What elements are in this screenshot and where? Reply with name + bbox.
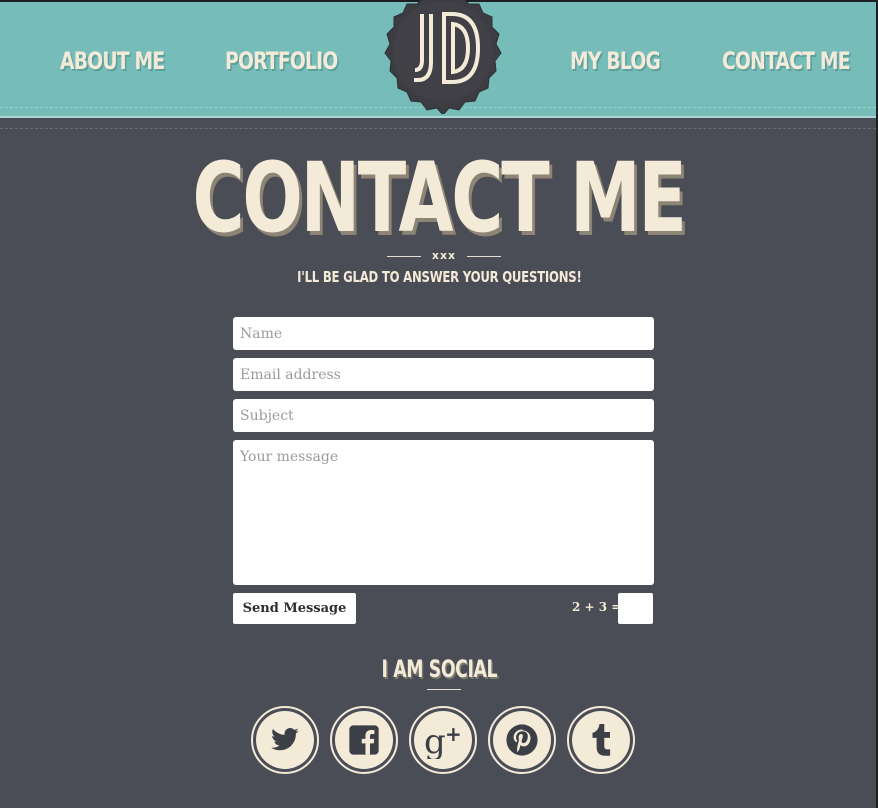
logo-badge[interactable]: JD [378, 0, 508, 116]
page-title: CONTACT ME [0, 148, 878, 248]
facebook-button[interactable] [330, 706, 398, 774]
logo-seal [384, 0, 502, 116]
social-heading-underline [427, 689, 461, 690]
nav-portfolio[interactable]: PORTFOLIO [225, 42, 338, 80]
send-message-button[interactable]: Send Message [233, 593, 356, 624]
pinterest-icon [493, 711, 551, 769]
message-textarea[interactable] [233, 440, 654, 585]
name-input[interactable] [233, 317, 654, 350]
title-divider: xxx [387, 249, 501, 262]
pinterest-button[interactable] [488, 706, 556, 774]
twitter-button[interactable] [251, 706, 319, 774]
social-heading-text: I AM SOCIAL [381, 655, 497, 683]
email-input[interactable] [233, 358, 654, 391]
social-heading: I AM SOCIAL [0, 655, 878, 683]
facebook-icon [335, 711, 393, 769]
nav-contact-me[interactable]: CONTACT ME [722, 42, 851, 80]
divider-line-right [467, 256, 501, 257]
page-title-text: CONTACT ME [192, 142, 687, 254]
google-plus-button[interactable]: g + [409, 706, 477, 774]
nav-my-blog[interactable]: MY BLOG [570, 42, 661, 80]
svg-text:+: + [445, 722, 462, 746]
captcha-question: 2 + 3 = [572, 600, 622, 614]
google-plus-icon: g + [414, 711, 472, 769]
header-dashed-separator [0, 128, 876, 129]
twitter-icon [256, 711, 314, 769]
page-subtitle-text: I'LL BE GLAD TO ANSWER YOUR QUESTIONS! [296, 268, 582, 286]
tumblr-icon [572, 711, 630, 769]
svg-text:g: g [424, 722, 446, 759]
page-subtitle: I'LL BE GLAD TO ANSWER YOUR QUESTIONS! [0, 267, 878, 286]
captcha-answer-input[interactable] [618, 593, 653, 624]
subject-input[interactable] [233, 399, 654, 432]
nav-about-me[interactable]: ABOUT ME [60, 42, 165, 80]
tumblr-button[interactable] [567, 706, 635, 774]
